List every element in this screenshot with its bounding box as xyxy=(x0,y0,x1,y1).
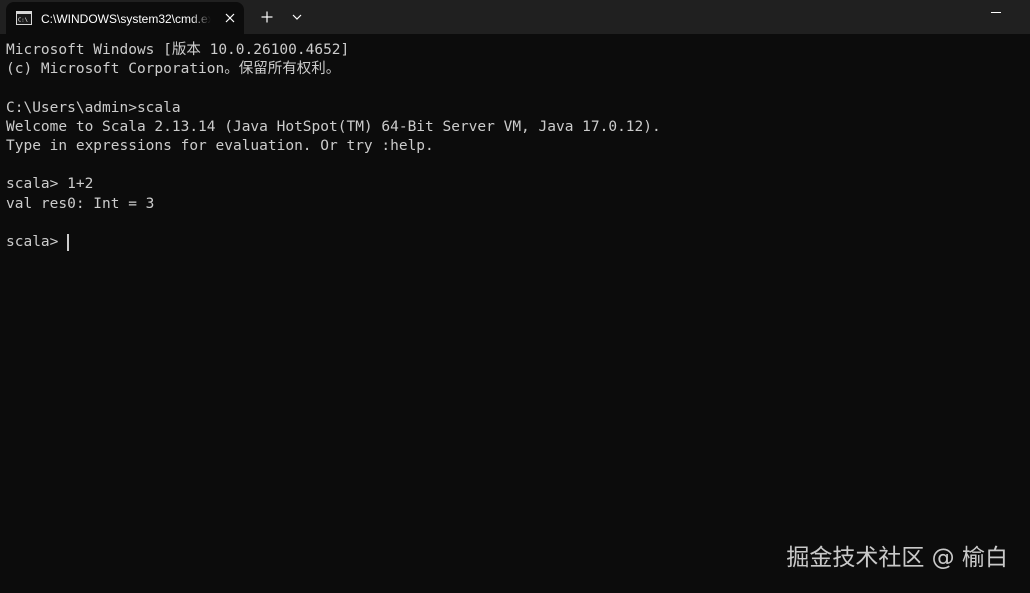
text-cursor xyxy=(67,233,69,251)
scala-prompt: scala> xyxy=(6,233,68,250)
terminal-line: scala> 1+2 xyxy=(6,176,94,193)
tab-title: C:\WINDOWS\system32\cmd.exe xyxy=(41,12,211,26)
chevron-down-icon[interactable] xyxy=(286,6,308,28)
cmd-console-icon: C:\ xyxy=(16,11,32,25)
terminal-line: val res0: Int = 3 xyxy=(6,195,155,212)
plus-icon[interactable] xyxy=(256,6,278,28)
watermark: 掘金技术社区 @ 榆白 xyxy=(786,545,1008,571)
minimize-icon[interactable] xyxy=(978,0,1014,30)
terminal-line: Type in expressions for evaluation. Or t… xyxy=(6,137,434,154)
prompt-line[interactable]: scala> xyxy=(6,233,661,252)
title-bar: C:\ C:\WINDOWS\system32\cmd.exe xyxy=(0,0,1030,34)
terminal-line: Welcome to Scala 2.13.14 (Java HotSpot(T… xyxy=(6,118,661,135)
terminal-output[interactable]: Microsoft Windows [版本 10.0.26100.4652] (… xyxy=(0,34,1030,593)
terminal-window: C:\ C:\WINDOWS\system32\cmd.exe Microsof… xyxy=(0,0,1030,593)
terminal-line: Microsoft Windows [版本 10.0.26100.4652] xyxy=(6,42,350,58)
terminal-line: C:\Users\admin>scala xyxy=(6,99,181,116)
terminal-lines: Microsoft Windows [版本 10.0.26100.4652] (… xyxy=(6,41,661,252)
svg-text:C:\: C:\ xyxy=(18,18,28,24)
close-icon[interactable] xyxy=(222,10,238,26)
tab-cmd[interactable]: C:\ C:\WINDOWS\system32\cmd.exe xyxy=(6,2,244,34)
terminal-line: (c) Microsoft Corporation。保留所有权利。 xyxy=(6,61,341,78)
